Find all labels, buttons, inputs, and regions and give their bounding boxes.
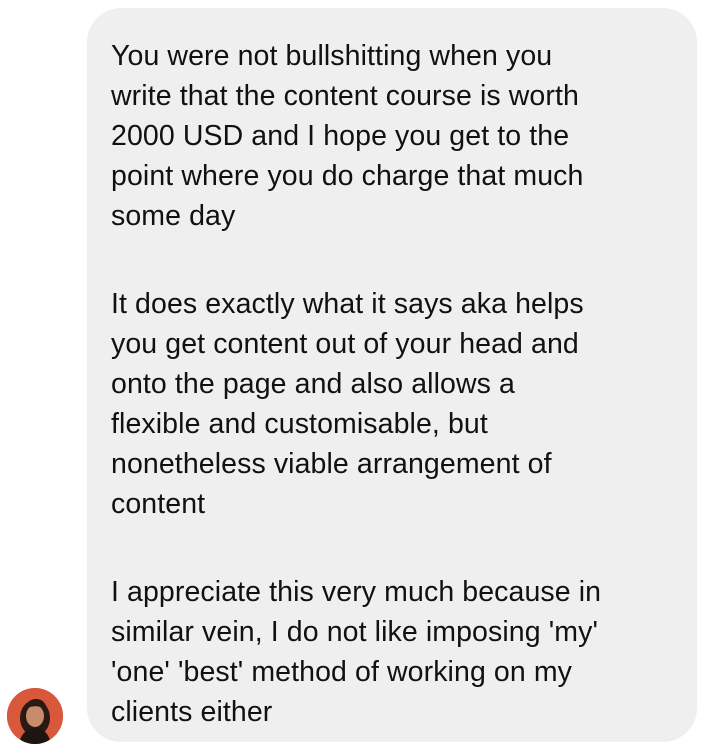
sender-avatar[interactable] [7, 688, 63, 744]
message-row: You were not bullshitting when you write… [0, 0, 707, 750]
message-paragraph: I appreciate this very much because in s… [111, 576, 602, 728]
message-paragraph: You were not bullshitting when you write… [111, 40, 584, 232]
message-bubble[interactable]: You were not bullshitting when you write… [87, 8, 697, 742]
user-avatar-icon [7, 688, 63, 744]
message-paragraph: It does exactly what it says aka helps y… [111, 288, 584, 520]
